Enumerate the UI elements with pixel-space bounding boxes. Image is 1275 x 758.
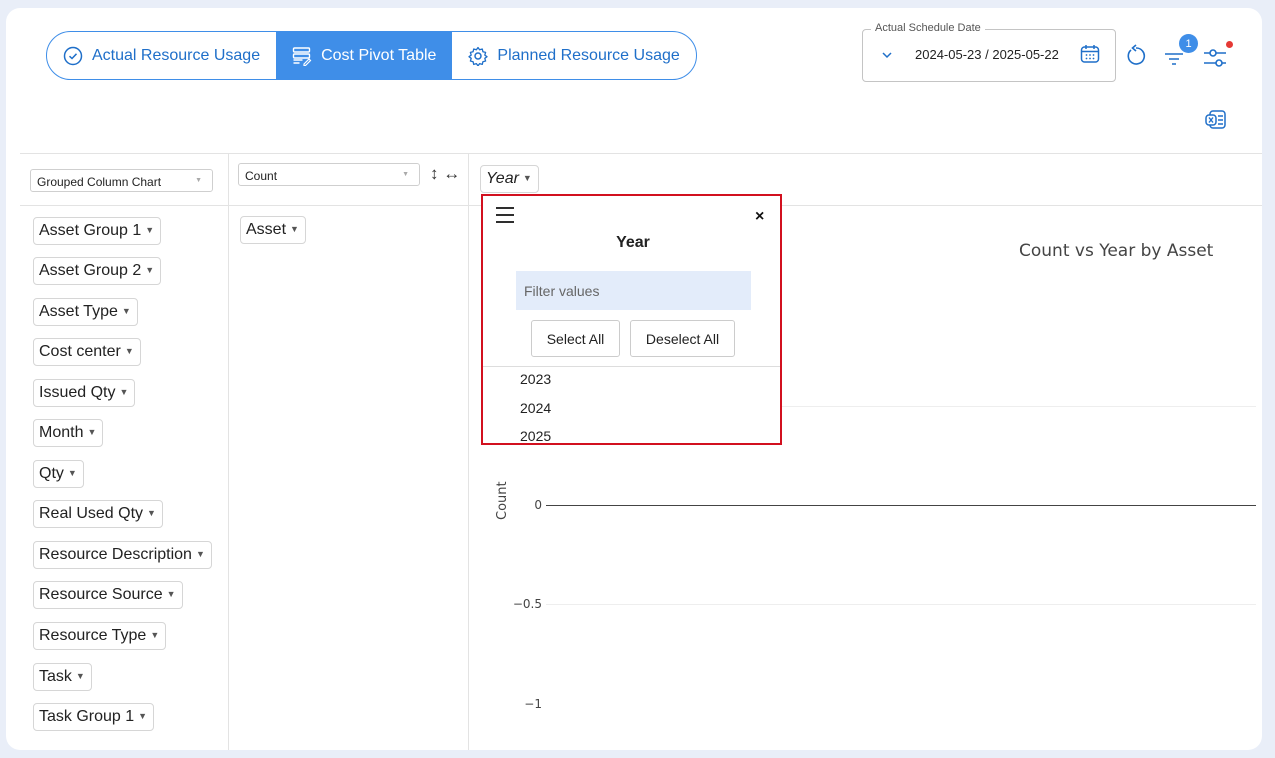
settings-sliders-icon[interactable] <box>1202 46 1228 70</box>
dropdown-triangle-icon: ▼ <box>124 346 134 356</box>
attr-real-used-qty[interactable]: Real Used Qty ▼ <box>33 500 163 528</box>
attr-label: Task <box>39 668 72 685</box>
y-axis-label: Count <box>495 481 510 520</box>
attr-label: Cost center <box>39 343 121 360</box>
calendar-icon[interactable] <box>1079 43 1101 65</box>
reset-icon[interactable] <box>1124 44 1148 68</box>
dropdown-triangle-icon: ▼ <box>290 224 299 234</box>
attr-resource-description[interactable]: Resource Description ▼ <box>33 541 212 569</box>
main-card: Actual Resource Usage Cost Pivot Table P… <box>6 8 1262 750</box>
table-edit-icon <box>292 46 312 66</box>
dropdown-triangle-icon: ▼ <box>166 589 176 599</box>
deselect-all-button[interactable]: Deselect All <box>630 320 735 357</box>
filter-count-badge: 1 <box>1179 34 1198 53</box>
filter-values-input[interactable] <box>516 271 751 310</box>
select-all-button[interactable]: Select All <box>531 320 620 357</box>
attr-issued-qty[interactable]: Issued Qty ▼ <box>33 379 136 407</box>
attr-asset-type[interactable]: Asset Type ▼ <box>33 298 138 326</box>
date-range-value: 2024-05-23 / 2025-05-22 <box>915 47 1059 62</box>
attr-qty[interactable]: Qty ▼ <box>33 460 84 488</box>
close-button[interactable]: × <box>755 208 764 226</box>
view-tabs: Actual Resource Usage Cost Pivot Table P… <box>46 31 697 80</box>
renderer-value: Grouped Column Chart <box>37 175 162 189</box>
check-circle-icon <box>63 46 83 65</box>
attr-label: Resource Type <box>39 627 147 644</box>
attr-label: Asset <box>246 221 287 238</box>
attr-resource-source[interactable]: Resource Source ▼ <box>33 581 183 609</box>
attr-cost-center[interactable]: Cost center ▼ <box>33 338 141 366</box>
dropdown-triangle-icon: ▼ <box>522 173 532 183</box>
year-filter-popup: × Year Select All Deselect All 2023 2024… <box>481 194 782 445</box>
attr-label: Asset Group 1 <box>39 222 142 239</box>
date-range-picker[interactable]: Actual Schedule Date 2024-05-23 / 2025-0… <box>862 22 1116 82</box>
y-tick-label: −1 <box>524 697 542 711</box>
attr-label: Real Used Qty <box>39 505 144 522</box>
tab-label: Planned Resource Usage <box>497 46 680 64</box>
dropdown-triangle-icon: ▼ <box>145 225 155 235</box>
attr-label: Issued Qty <box>39 384 116 401</box>
chart-gridline <box>546 604 1256 605</box>
chevron-down-icon: ▼ <box>195 177 202 184</box>
attr-label: Resource Description <box>39 546 192 563</box>
tab-label: Cost Pivot Table <box>321 46 437 64</box>
dropdown-triangle-icon: ▼ <box>138 711 148 721</box>
attr-month[interactable]: Month ▼ <box>33 419 104 447</box>
dropdown-triangle-icon: ▼ <box>67 468 77 478</box>
attr-task[interactable]: Task ▼ <box>33 663 92 691</box>
dropdown-triangle-icon: ▼ <box>87 427 97 437</box>
dropdown-triangle-icon: ▼ <box>195 549 205 559</box>
aggregator-value: Count <box>245 169 278 183</box>
notification-dot <box>1226 41 1233 48</box>
chevron-down-icon: ▼ <box>402 171 409 178</box>
attr-resource-type[interactable]: Resource Type ▼ <box>33 622 167 650</box>
tab-planned-resource-usage[interactable]: Planned Resource Usage <box>452 32 695 79</box>
pivot-col-divider-1 <box>228 153 229 750</box>
renderer-select[interactable]: Grouped Column Chart ▼ <box>30 169 213 192</box>
tab-actual-resource-usage[interactable]: Actual Resource Usage <box>47 32 276 79</box>
chevron-down-icon[interactable] <box>880 48 894 62</box>
tab-cost-pivot-table[interactable]: Cost Pivot Table <box>276 32 453 79</box>
chart-zero-line <box>546 505 1256 506</box>
aggregator-select[interactable]: Count ▼ <box>238 163 420 186</box>
attr-task-group-1[interactable]: Task Group 1 ▼ <box>33 703 155 731</box>
y-tick-label: −0.5 <box>512 597 542 611</box>
date-range-legend: Actual Schedule Date <box>871 22 985 34</box>
popup-divider <box>483 366 780 367</box>
dropdown-triangle-icon: ▼ <box>147 508 156 518</box>
filter-value-2024[interactable]: 2024 <box>520 400 551 416</box>
popup-title: Year <box>616 234 650 251</box>
chart-title: Count vs Year by Asset <box>1019 241 1214 261</box>
dropdown-triangle-icon: ▼ <box>75 671 85 681</box>
dropdown-triangle-icon: ▼ <box>119 387 129 397</box>
filter-value-2025[interactable]: 2025 <box>520 428 551 444</box>
attr-label: Month <box>39 424 84 441</box>
attr-label: Asset Type <box>39 303 118 320</box>
attr-asset-group-1[interactable]: Asset Group 1 ▼ <box>33 217 162 245</box>
dropdown-triangle-icon: ▼ <box>121 306 131 316</box>
filter-value-2023[interactable]: 2023 <box>520 371 551 387</box>
dropdown-triangle-icon: ▼ <box>145 265 155 275</box>
attr-label: Task Group 1 <box>39 708 135 725</box>
pivot-top-border <box>20 153 1262 154</box>
pivot-col-divider-2 <box>468 153 469 750</box>
attr-asset-group-2[interactable]: Asset Group 2 ▼ <box>33 257 162 285</box>
menu-icon[interactable] <box>495 206 515 224</box>
attr-label: Qty <box>39 465 64 482</box>
attr-label: Asset Group 2 <box>39 262 142 279</box>
attr-label: Resource Source <box>39 586 163 603</box>
column-attr-year[interactable]: Year ▼ <box>480 165 539 193</box>
excel-export-icon[interactable] <box>1204 108 1228 132</box>
gear-icon <box>468 46 489 66</box>
row-attr-asset[interactable]: Asset ▼ <box>240 216 306 244</box>
sort-order-toggle[interactable]: ↕ ↔ <box>430 164 460 184</box>
dropdown-triangle-icon: ▼ <box>150 630 160 640</box>
tab-label: Actual Resource Usage <box>92 46 261 64</box>
attr-label: Year <box>486 170 519 187</box>
